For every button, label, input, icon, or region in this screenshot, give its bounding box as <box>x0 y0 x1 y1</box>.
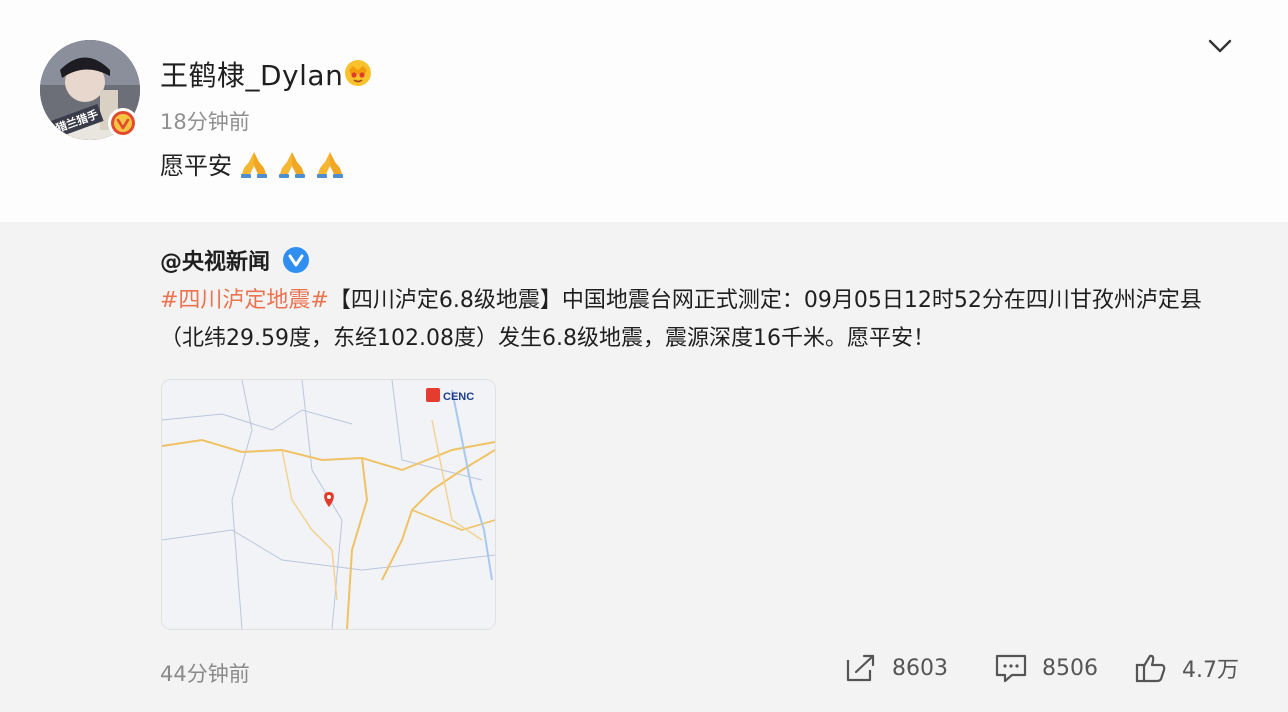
weibo-post: 猎兰猎手 王鹤棣_Dylan 18分钟前 愿平安 @央视新闻 #四川泸定地震#【… <box>0 0 1288 712</box>
post-header: 猎兰猎手 王鹤棣_Dylan 18分钟前 愿平安 <box>0 0 1288 222</box>
like-count: 4.7万 <box>1182 658 1239 683</box>
share-icon <box>846 654 875 682</box>
like-action[interactable]: 4.7万 <box>1134 652 1239 684</box>
repost-source-name[interactable]: @央视新闻 <box>160 244 270 276</box>
post-text: 愿平安 <box>160 146 346 181</box>
pray-emoji-icon <box>279 151 305 178</box>
map-logo-text: CENC <box>443 391 474 403</box>
hashtag-link[interactable]: #四川泸定地震# <box>160 288 329 313</box>
chevron-down-icon[interactable] <box>1206 34 1234 58</box>
username[interactable]: 王鹤棣_Dylan <box>160 54 343 94</box>
like-icon <box>1135 654 1166 683</box>
post-text-content: 愿平安 <box>160 152 232 180</box>
repost-count: 8603 <box>892 655 948 681</box>
crown-icon <box>343 58 373 90</box>
repost-source: @央视新闻 <box>160 244 310 276</box>
comment-count: 8506 <box>1042 655 1098 681</box>
repost-body: #四川泸定地震#【四川泸定6.8级地震】中国地震台网正式测定：09月05日12时… <box>160 282 1240 358</box>
repost-time: 44分钟前 <box>160 662 250 686</box>
comment-icon <box>995 654 1027 683</box>
comment-action[interactable]: 8506 <box>994 652 1098 684</box>
repost-card[interactable]: @央视新闻 #四川泸定地震#【四川泸定6.8级地震】中国地震台网正式测定：09月… <box>0 222 1288 712</box>
pray-emoji-icon <box>241 151 267 178</box>
verified-icon <box>108 108 138 138</box>
post-time: 18分钟前 <box>160 110 250 134</box>
verified-icon <box>283 247 310 273</box>
pray-emoji-icon <box>317 151 343 178</box>
map-image[interactable]: CENC <box>161 379 496 630</box>
repost-action[interactable]: 8603 <box>844 652 948 684</box>
repost-footer: 44分钟前 8603 8506 4.7万 <box>0 652 1288 692</box>
